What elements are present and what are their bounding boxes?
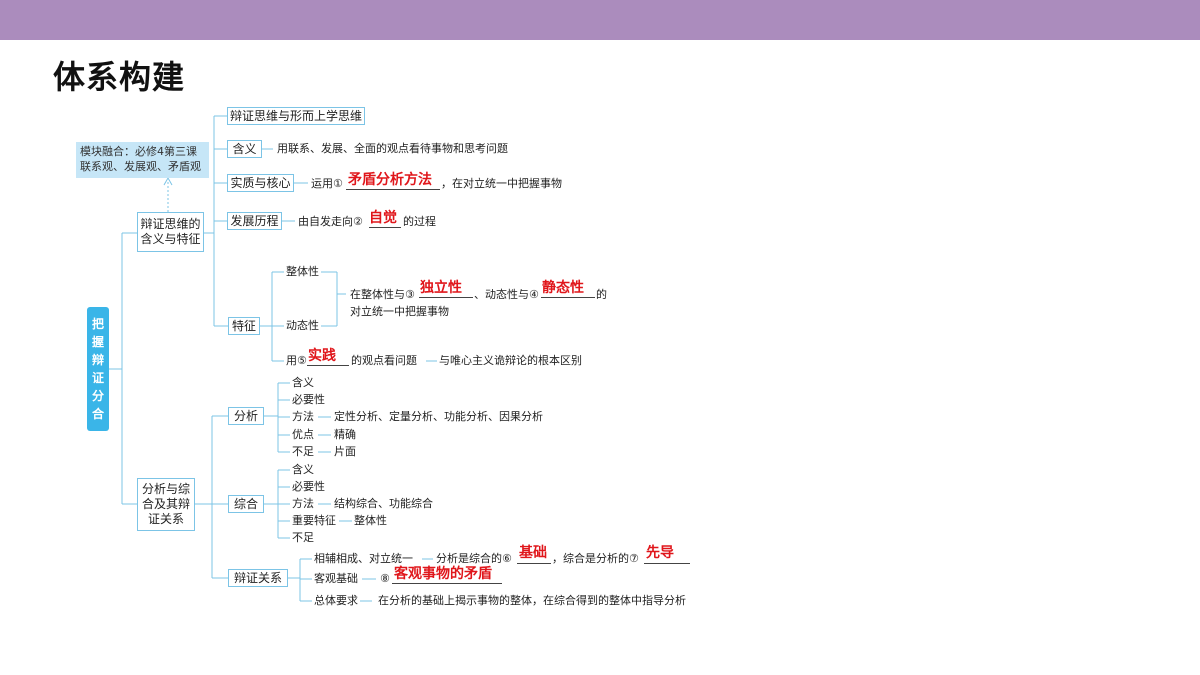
relation-item3: 总体要求 [314, 594, 358, 607]
branch2-line2: 合及其辩 [141, 497, 190, 511]
features-node: 特征 [228, 317, 260, 335]
analysis-node: 分析 [228, 407, 264, 425]
feature-line1-suffix: 的 [596, 288, 607, 301]
synthesis-feature-text: 整体性 [354, 514, 387, 527]
essence-node: 实质与核心 [227, 174, 294, 192]
root-char: 握 [91, 335, 104, 349]
synthesis-flaw: 不足 [292, 531, 314, 544]
answer-8: 客观事物的矛盾 [394, 566, 492, 582]
feature-line1-mid: 、动态性与④ [474, 288, 539, 301]
synthesis-node: 综合 [228, 495, 264, 513]
answer-underline [419, 297, 473, 298]
branch-thinking-line1: 辩证思维的 [140, 217, 201, 231]
branch-thinking-node: 辩证思维的 含义与特征 [137, 212, 204, 252]
module-note: 模块融合：必修4第三课 联系观、发展观、矛盾观 [76, 142, 209, 178]
analysis-flaw: 不足 [292, 445, 314, 458]
feature-dynamic: 动态性 [286, 319, 319, 332]
analysis-necessity: 必要性 [292, 393, 325, 406]
answer-1: 矛盾分析方法 [348, 172, 432, 188]
thinking-compare-node: 辩证思维与形而上学思维 [227, 107, 365, 125]
essence-suffix: ，在对立统一中把握事物 [441, 177, 562, 190]
root-char: 辩 [91, 353, 104, 367]
relation-item2: 客观基础 [314, 572, 358, 585]
root-char: 把 [91, 317, 104, 331]
answer-3: 独立性 [420, 280, 462, 296]
practice-prefix: 用⑤ [286, 354, 307, 367]
practice-tail: 与唯心主义诡辩论的根本区别 [439, 354, 582, 367]
answer-underline [644, 563, 690, 564]
branch2-line1: 分析与综 [141, 482, 190, 496]
answer-underline [369, 227, 401, 228]
answer-underline [307, 365, 349, 366]
feature-line1-prefix: 在整体性与③ [350, 288, 415, 301]
answer-2: 自觉 [369, 210, 397, 226]
analysis-merit-text: 精确 [334, 428, 356, 441]
analysis-flaw-text: 片面 [334, 445, 356, 458]
practice-suffix: 的观点看问题 [351, 354, 417, 367]
branch2-line3: 证关系 [147, 512, 184, 526]
answer-underline [541, 297, 595, 298]
connector-lines [109, 115, 437, 602]
meaning-node: 含义 [227, 140, 262, 158]
synthesis-method-text: 结构综合、功能综合 [334, 497, 433, 510]
answer-4: 静态性 [542, 280, 584, 296]
synthesis-necessity: 必要性 [292, 480, 325, 493]
history-suffix: 的过程 [403, 215, 436, 228]
branch-analysis-synthesis-node: 分析与综 合及其辩 证关系 [137, 478, 195, 531]
answer-underline [346, 189, 440, 190]
synthesis-meaning: 含义 [292, 463, 314, 476]
feature-line2: 对立统一中把握事物 [350, 305, 449, 318]
analysis-meaning: 含义 [292, 376, 314, 389]
synthesis-method: 方法 [292, 497, 314, 510]
relation-item1-prefix: 分析是综合的⑥ [436, 552, 512, 565]
note-line-1: 模块融合：必修4第三课 [80, 145, 197, 158]
history-prefix: 由自发走向② [298, 215, 363, 228]
meaning-text: 用联系、发展、全面的观点看待事物和思考问题 [277, 142, 508, 155]
essence-prefix: 运用① [311, 177, 343, 190]
root-char: 合 [91, 407, 104, 421]
note-line-2: 联系观、发展观、矛盾观 [80, 160, 201, 173]
relation-node: 辩证关系 [228, 569, 288, 587]
analysis-method-text: 定性分析、定量分析、功能分析、因果分析 [334, 410, 543, 423]
answer-underline [517, 563, 551, 564]
analysis-method: 方法 [292, 410, 314, 423]
root-char: 证 [91, 371, 104, 385]
branch-thinking-line2: 含义与特征 [140, 232, 201, 246]
answer-6: 基础 [519, 545, 547, 561]
analysis-merit: 优点 [292, 428, 314, 441]
synthesis-feature: 重要特征 [292, 514, 336, 527]
relation-item2-prefix: ⑧ [380, 572, 390, 585]
answer-5: 实践 [308, 348, 336, 364]
history-node: 发展历程 [227, 212, 282, 230]
feature-whole: 整体性 [286, 265, 319, 278]
relation-item3-text: 在分析的基础上揭示事物的整体，在综合得到的整体中指导分析 [378, 594, 686, 607]
relation-item1: 相辅相成、对立统一 [314, 552, 413, 565]
root-char: 分 [91, 389, 104, 403]
answer-7: 先导 [646, 545, 674, 561]
answer-underline [392, 583, 502, 584]
root-node: 把 握 辩 证 分 合 [87, 307, 109, 431]
relation-item1-mid: ，综合是分析的⑦ [552, 552, 639, 565]
